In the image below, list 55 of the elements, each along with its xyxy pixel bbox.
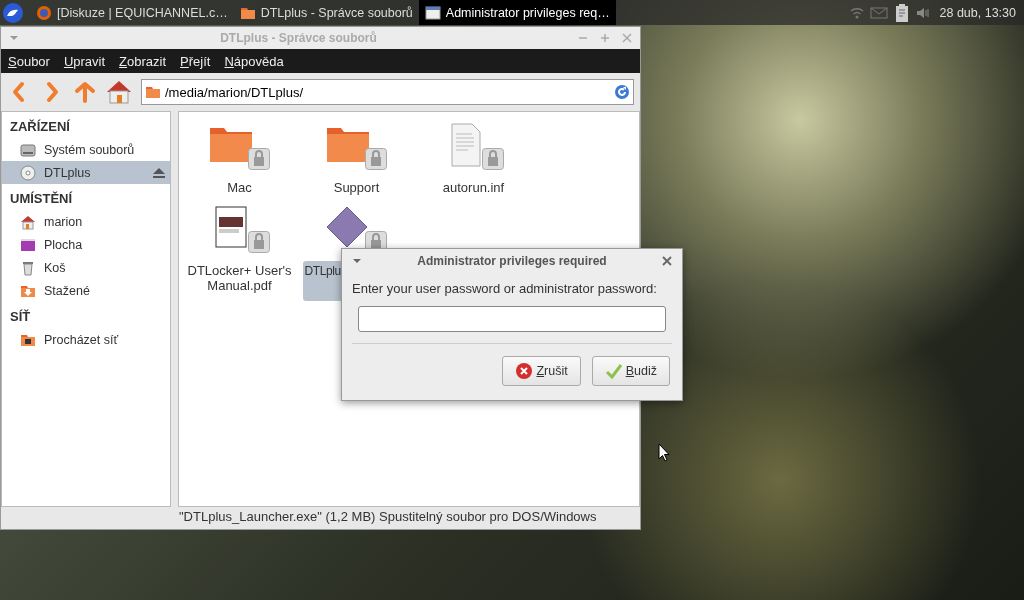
menu-item[interactable]: Přejít (180, 53, 211, 69)
menu-item[interactable]: Zobrazit (119, 53, 167, 69)
sidebar-item[interactable]: Procházet síť (2, 328, 170, 351)
up-arrow-icon[interactable] (73, 80, 97, 104)
wifi-icon (849, 5, 864, 20)
menu-item[interactable]: Nápověda (224, 53, 284, 69)
taskbar-item[interactable]: Administrator privileges req… (418, 0, 616, 25)
menu-item[interactable]: Soubor (8, 53, 50, 69)
ok-button[interactable]: Budiž (591, 356, 670, 386)
trash-icon (20, 259, 36, 276)
sidebar-item[interactable]: DTLplus (2, 161, 170, 184)
sidebar-item[interactable]: Systém souborů (2, 138, 170, 161)
window-menu-icon[interactable] (9, 35, 19, 41)
file-name[interactable]: DTLocker+ User's Manual.pdf (181, 261, 298, 295)
house-icon (20, 213, 36, 230)
sidebar-item[interactable]: Stažené (2, 279, 170, 302)
disc-icon (20, 164, 36, 181)
dialog-title: Administrator privileges required (416, 254, 608, 268)
folder-icon (145, 84, 161, 100)
taskbar-item[interactable]: [Diskuze | EQUICHANNEL.c… (30, 0, 234, 25)
refresh-icon[interactable] (614, 84, 630, 100)
maximize-icon[interactable] (600, 33, 610, 43)
app-menu-icon[interactable] (2, 1, 24, 24)
password-field[interactable] (358, 306, 666, 332)
cancel-icon (515, 362, 534, 380)
volume-icon (915, 5, 930, 20)
firefox-icon (36, 4, 52, 21)
window-title: DTLplus - Správce souborů (219, 31, 378, 45)
hard-drive-icon (20, 141, 36, 158)
prompt-text: Enter your user password or administrator password: (351, 280, 658, 296)
section-heading: SÍŤ (9, 308, 32, 326)
sidebar-item[interactable]: marion (2, 210, 170, 233)
window-icon (424, 4, 441, 21)
section-heading: ZAŘÍZENÍ (9, 118, 71, 136)
mail-icon (869, 5, 888, 20)
file-name[interactable]: autorun.inf (439, 178, 508, 197)
clock: 28 dub, 13:30 (939, 5, 1016, 20)
sidebar-item[interactable]: Koš (2, 256, 170, 279)
file-name[interactable]: Mac (224, 178, 255, 197)
mouse-pointer-icon (658, 443, 670, 462)
cancel-button[interactable]: Zrušit (502, 356, 581, 386)
menu-item[interactable]: Upravit (63, 53, 106, 69)
sidebar-item[interactable]: Plocha (2, 233, 170, 256)
location-field[interactable]: /media/marion/DTLplus/ (141, 79, 634, 105)
desktop-icon (20, 236, 36, 253)
home-icon[interactable] (106, 79, 132, 105)
checkmark-icon (604, 362, 623, 380)
status-text: "DTLplus_Launcher.exe" (1,2 MB) Spustitelný soubor pro DOS/Windows (179, 509, 597, 524)
eject-icon[interactable] (152, 166, 166, 179)
close-icon[interactable] (662, 256, 672, 266)
section-heading: UMÍSTĚNÍ (9, 190, 74, 208)
taskbar-item[interactable]: DTLplus - Správce souborů (233, 0, 419, 25)
battery-icon (893, 2, 910, 23)
window-menu-icon[interactable] (352, 258, 362, 264)
file-name[interactable]: Support (330, 178, 383, 197)
